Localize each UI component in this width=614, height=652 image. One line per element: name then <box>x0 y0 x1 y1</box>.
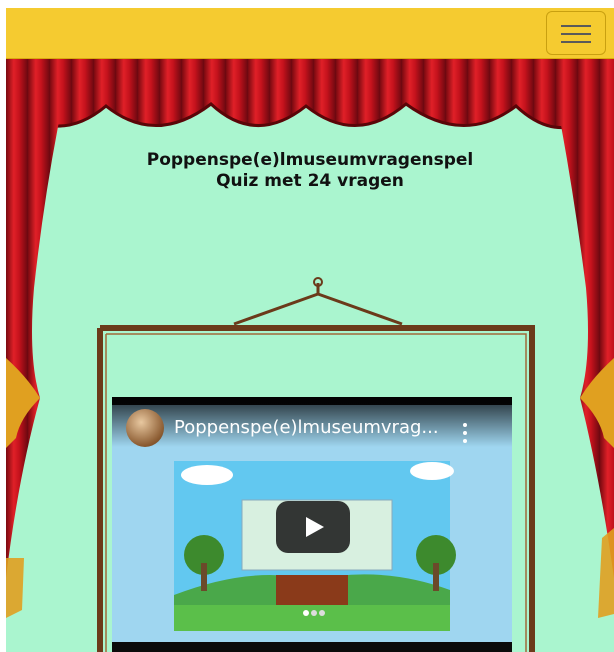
navbar <box>6 8 614 59</box>
page-title: Poppenspe(e)lmuseumvragenspel Quiz met 2… <box>6 150 614 192</box>
navbar-toggle-button[interactable] <box>546 11 606 55</box>
play-icon[interactable] <box>276 501 350 553</box>
video-embed[interactable]: Poppenspe(e)lmuseumvrag... <box>112 397 512 652</box>
channel-avatar[interactable] <box>126 409 164 447</box>
video-title[interactable]: Poppenspe(e)lmuseumvrag... <box>174 417 454 438</box>
theater-stage: Poppenspe(e)lmuseumvragenspel Quiz met 2… <box>6 58 614 652</box>
page-title-line2: Quiz met 24 vragen <box>216 171 404 191</box>
hamburger-icon-line <box>561 41 591 43</box>
more-vert-icon[interactable] <box>462 423 468 445</box>
hamburger-icon-line <box>561 33 591 35</box>
page-viewport: Poppenspe(e)lmuseumvragenspel Quiz met 2… <box>6 8 614 652</box>
hamburger-icon <box>561 25 591 27</box>
page-title-line1: Poppenspe(e)lmuseumvragenspel <box>146 150 474 170</box>
